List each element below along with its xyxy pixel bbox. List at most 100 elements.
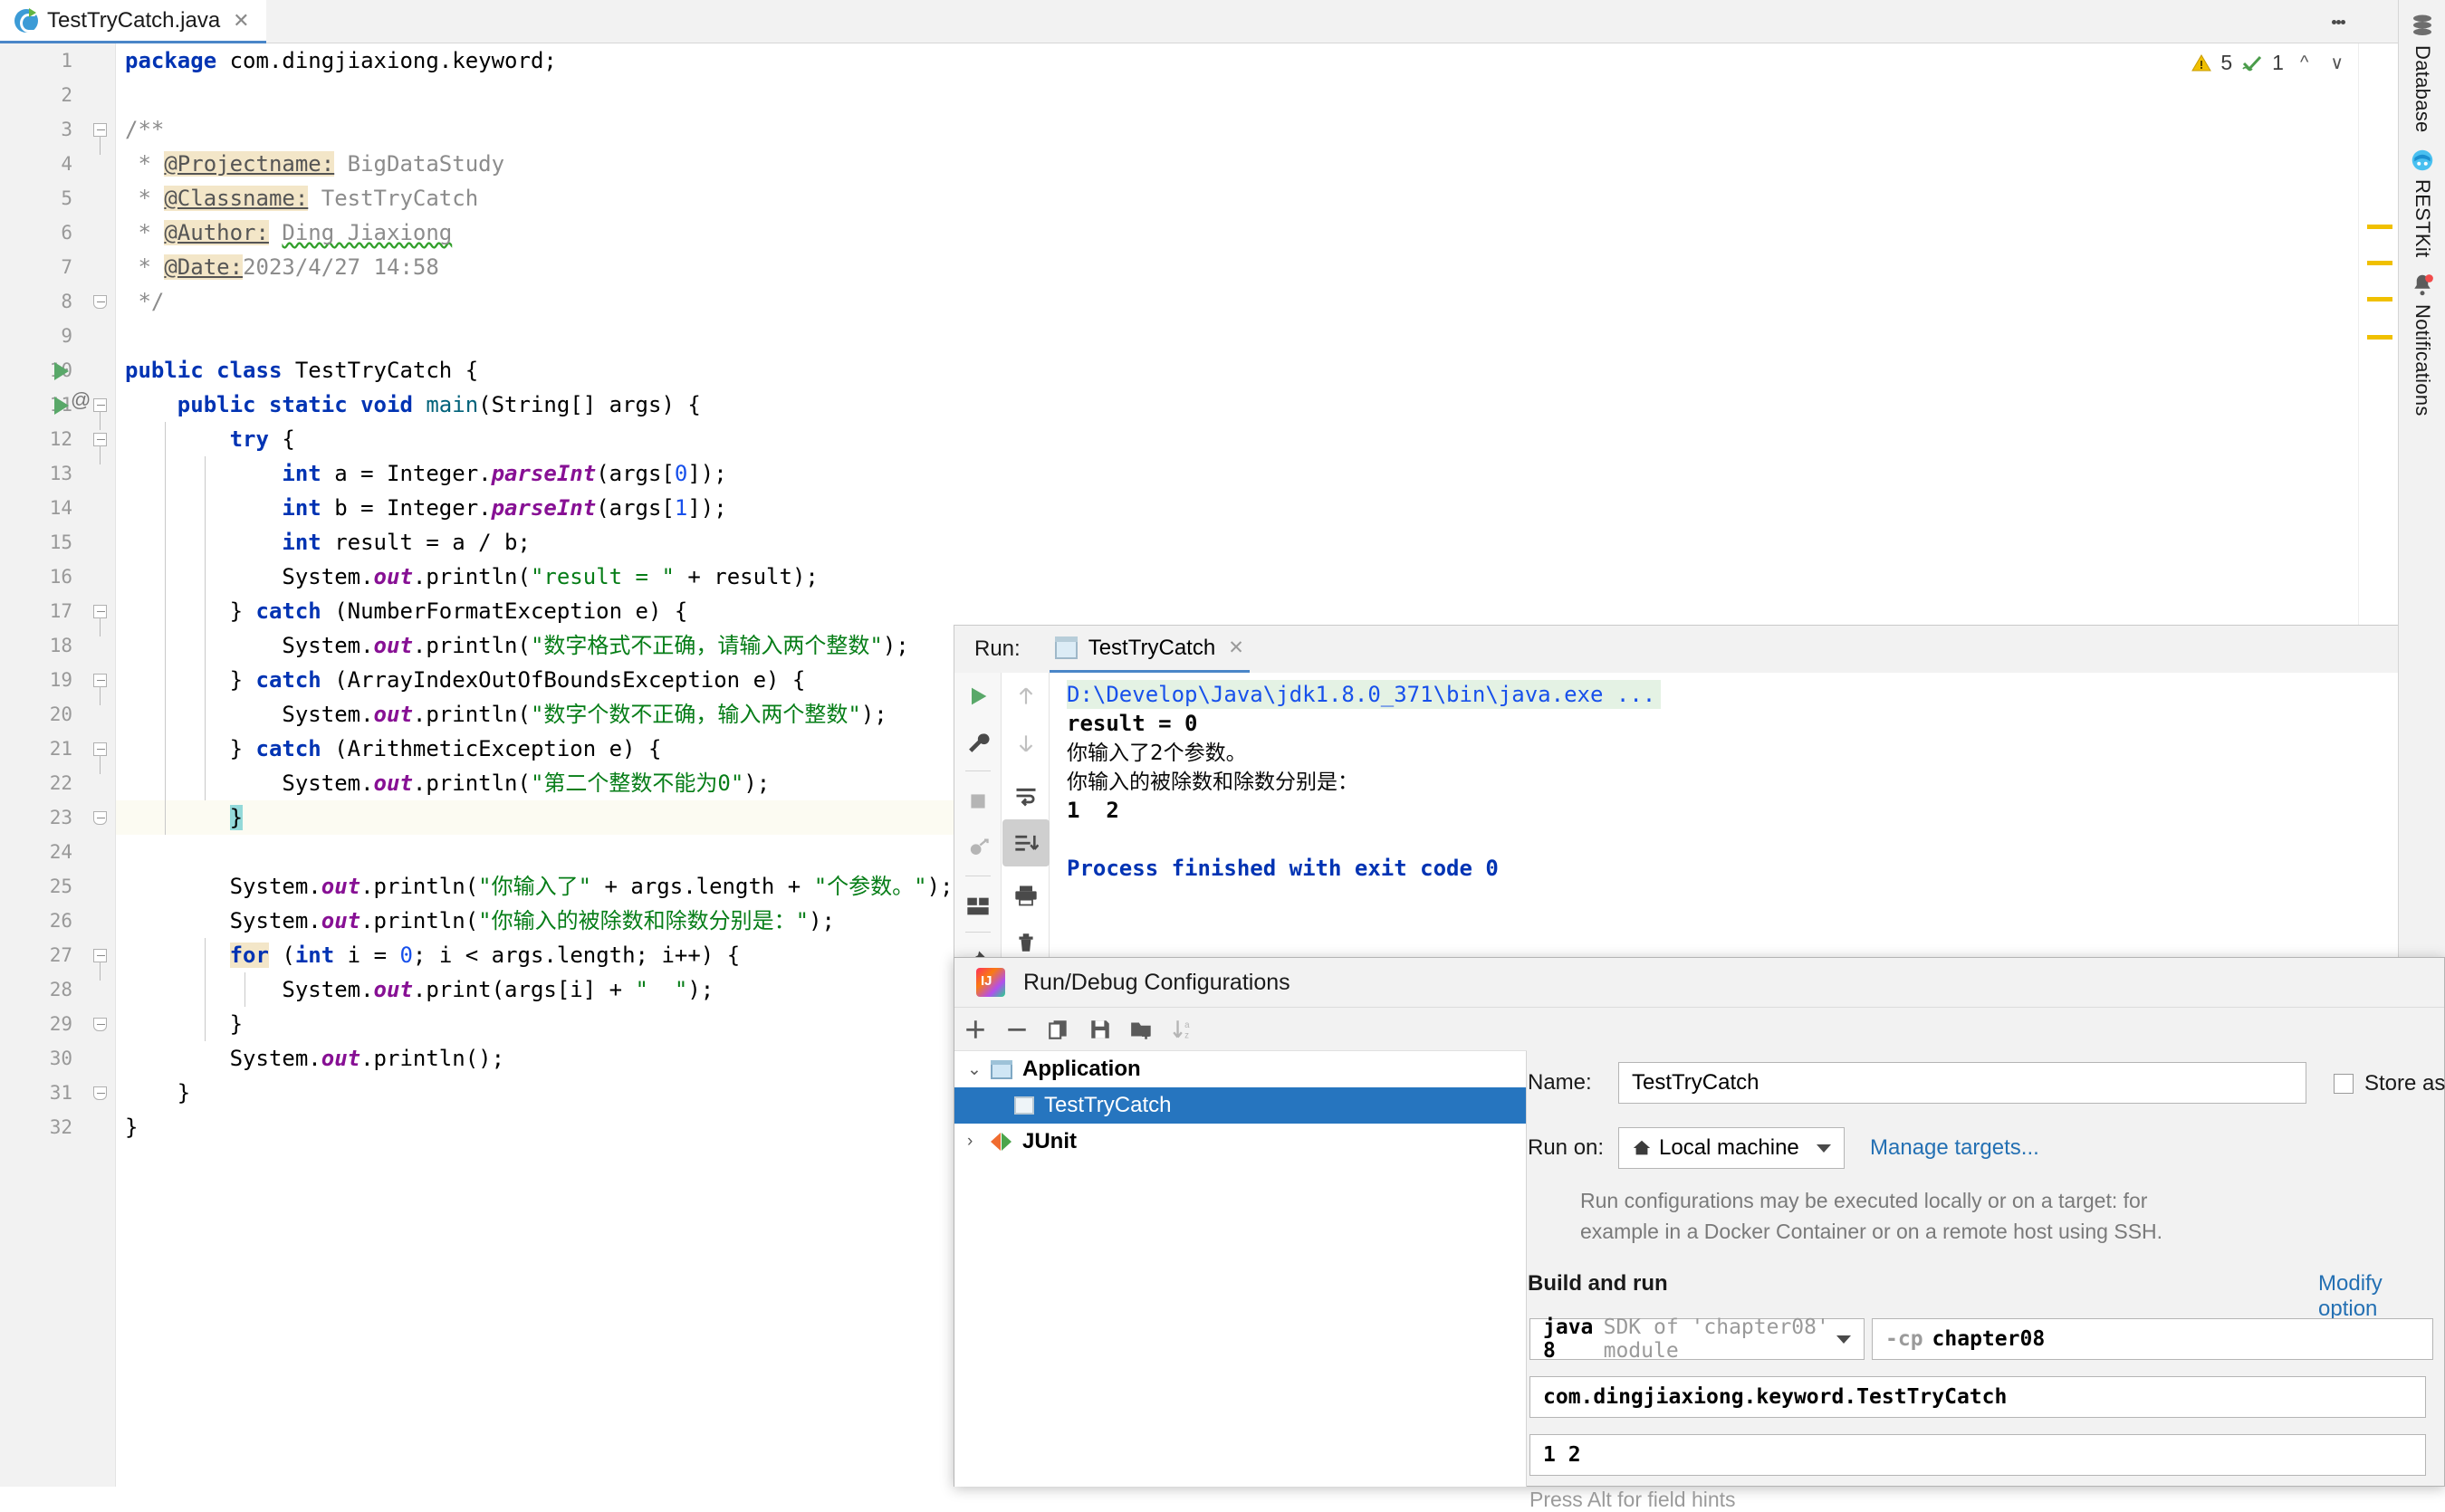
- stop-button[interactable]: [954, 778, 1002, 825]
- override-gutter-icon[interactable]: @: [71, 388, 91, 412]
- fold-marker[interactable]: [91, 1084, 109, 1102]
- fold-marker[interactable]: [91, 809, 109, 827]
- configuration-details-panel[interactable]: Name: TestTryCatch Store as Run on: Loca…: [1528, 1051, 2445, 1511]
- tree-chevron-icon[interactable]: ›: [967, 1132, 991, 1152]
- tab-options-icon[interactable]: [2318, 0, 2358, 43]
- run-on-combobox[interactable]: Local machine: [1618, 1127, 1845, 1169]
- code-line[interactable]: package com.dingjiaxiong.keyword;: [116, 43, 2398, 78]
- editor-gutter[interactable]: 1 2 3 4 5 6 7 8 9 10 11 12 13 14 15 16 17 18 19 20 21 22 23 24 2…: [0, 43, 116, 1487]
- fold-marker[interactable]: [91, 602, 109, 636]
- layout-settings-button[interactable]: [954, 883, 1002, 930]
- fold-marker[interactable]: [91, 740, 109, 774]
- stripe-warning-mark[interactable]: [2367, 261, 2392, 265]
- code-line[interactable]: * @Projectname: BigDataStudy: [116, 147, 2398, 181]
- sort-alphabetically-button[interactable]: az: [1163, 1009, 1204, 1051]
- line-number: 22: [49, 772, 72, 794]
- code-line[interactable]: * @Classname: TestTryCatch: [116, 181, 2398, 215]
- scroll-up-button[interactable]: [1002, 673, 1050, 720]
- tool-button-database[interactable]: Database: [2399, 13, 2445, 133]
- run-on-row: Run on: Local machine Manage targets...: [1528, 1127, 2039, 1169]
- code-line[interactable]: [116, 78, 2398, 112]
- code-line[interactable]: int a = Integer.parseInt(args[0]);: [116, 456, 2398, 491]
- code-line[interactable]: try {: [116, 422, 2398, 456]
- modify-options-link[interactable]: Modify option: [2318, 1271, 2444, 1322]
- code-line[interactable]: * @Author: Ding Jiaxiong: [116, 215, 2398, 250]
- stripe-warning-mark[interactable]: [2367, 225, 2392, 229]
- rerun-button[interactable]: [954, 673, 1002, 720]
- run-debug-configurations-dialog[interactable]: Run/Debug Configurations az ⌄ Application…: [954, 957, 2445, 1511]
- fold-marker[interactable]: [91, 671, 109, 705]
- program-arguments-field[interactable]: 1 2: [1529, 1434, 2426, 1476]
- classpath-field[interactable]: -cp chapter08: [1872, 1318, 2433, 1360]
- new-folder-button[interactable]: [1121, 1009, 1163, 1051]
- config-tree-item-testtrycatch[interactable]: TestTryCatch: [954, 1087, 1526, 1124]
- program-arguments-row: 1 2: [1529, 1434, 2426, 1476]
- fold-marker[interactable]: [91, 292, 109, 311]
- save-configuration-button[interactable]: [1079, 1009, 1121, 1051]
- tool-button-restkit[interactable]: RESTKit: [2399, 147, 2445, 257]
- tool-button-notifications[interactable]: Notifications: [2399, 272, 2445, 416]
- modify-options-row[interactable]: Modify option: [2318, 1271, 2444, 1322]
- code-line[interactable]: public static void main(String[] args) {: [116, 388, 2398, 422]
- inspection-summary[interactable]: 5 1 ^ ∨: [2190, 51, 2344, 75]
- store-as-checkbox-row[interactable]: Store as: [2334, 1071, 2445, 1096]
- code-line[interactable]: [116, 319, 2398, 353]
- print-button[interactable]: [1002, 872, 1050, 919]
- run-window-header: Run: TestTryCatch ✕: [954, 626, 2398, 673]
- debug-rerun-button[interactable]: [954, 825, 1002, 872]
- tab-TestTryCatch-java[interactable]: TestTryCatch.java ✕: [0, 0, 266, 43]
- stripe-warning-mark[interactable]: [2367, 297, 2392, 301]
- run-tab-close-icon[interactable]: ✕: [1228, 636, 1244, 659]
- run-tool-window[interactable]: Run: TestTryCatch ✕ D:\Develop\Java\jdk1…: [954, 625, 2398, 971]
- code-line[interactable]: int b = Integer.parseInt(args[1]);: [116, 491, 2398, 525]
- code-line[interactable]: */: [116, 284, 2398, 319]
- run-gutter-icon[interactable]: [54, 397, 69, 415]
- copy-configuration-button[interactable]: [1038, 1009, 1079, 1051]
- scroll-to-end-button[interactable]: [1002, 819, 1050, 866]
- fold-marker[interactable]: [91, 946, 109, 981]
- code-line[interactable]: * @Date:2023/4/27 14:58: [116, 250, 2398, 284]
- scroll-down-button[interactable]: [1002, 720, 1050, 767]
- stripe-warning-mark[interactable]: [2367, 335, 2392, 340]
- fold-marker[interactable]: [91, 1015, 109, 1033]
- add-configuration-button[interactable]: [954, 1009, 996, 1051]
- config-tree-item-junit[interactable]: › JUnit: [954, 1124, 1526, 1160]
- run-gutter-icon[interactable]: [54, 362, 69, 380]
- code-line[interactable]: System.out.println("result = " + result)…: [116, 560, 2398, 594]
- line-number: 26: [49, 910, 72, 932]
- chevron-down-icon[interactable]: ∨: [2330, 52, 2344, 74]
- manage-targets-link[interactable]: Manage targets...: [1870, 1135, 2039, 1161]
- code-line[interactable]: public class TestTryCatch {: [116, 353, 2398, 388]
- add-icon: [966, 1020, 984, 1038]
- line-number: 8: [61, 291, 72, 312]
- fold-marker[interactable]: [91, 120, 109, 155]
- fold-marker[interactable]: [91, 430, 109, 464]
- scroll-to-end-icon: [1015, 835, 1039, 851]
- notifications-bell-icon: [2414, 274, 2433, 296]
- indent-guide: [165, 422, 166, 835]
- jre-combobox[interactable]: java 8 SDK of 'chapter08' module: [1529, 1316, 1865, 1363]
- code-line[interactable]: /**: [116, 112, 2398, 147]
- code-line[interactable]: int result = a / b;: [116, 525, 2398, 560]
- tab-close-icon[interactable]: ✕: [233, 10, 249, 31]
- dialog-toolbar[interactable]: az: [954, 1009, 1527, 1051]
- config-tree-item-application[interactable]: ⌄ Application: [954, 1051, 1526, 1087]
- main-class-field[interactable]: com.dingjiaxiong.keyword.TestTryCatch: [1529, 1376, 2426, 1418]
- chevron-up-icon[interactable]: ^: [2300, 53, 2308, 73]
- code-line[interactable]: } catch (NumberFormatException e) {: [116, 594, 2398, 628]
- configurations-tree[interactable]: ⌄ Application TestTryCatch › JUnit: [954, 1051, 1527, 1487]
- soft-wrap-button[interactable]: [1002, 772, 1050, 819]
- tree-item-label: TestTryCatch: [1044, 1093, 1172, 1117]
- line-number: 29: [49, 1013, 72, 1035]
- store-as-checkbox[interactable]: [2334, 1074, 2354, 1094]
- run-tab-TestTryCatch[interactable]: TestTryCatch ✕: [1049, 626, 1250, 673]
- name-input[interactable]: TestTryCatch: [1618, 1062, 2306, 1104]
- remove-configuration-button[interactable]: [996, 1009, 1038, 1051]
- run-toolbar-secondary[interactable]: [1002, 673, 1050, 965]
- fold-marker[interactable]: [91, 396, 109, 430]
- inspection-ok-icon: [2242, 55, 2262, 71]
- edit-configuration-button[interactable]: [954, 720, 1002, 767]
- tree-chevron-icon[interactable]: ⌄: [967, 1059, 991, 1080]
- run-toolbar-left[interactable]: [954, 673, 1002, 971]
- console-output[interactable]: D:\Develop\Java\jdk1.8.0_371\bin\java.ex…: [1050, 673, 2398, 965]
